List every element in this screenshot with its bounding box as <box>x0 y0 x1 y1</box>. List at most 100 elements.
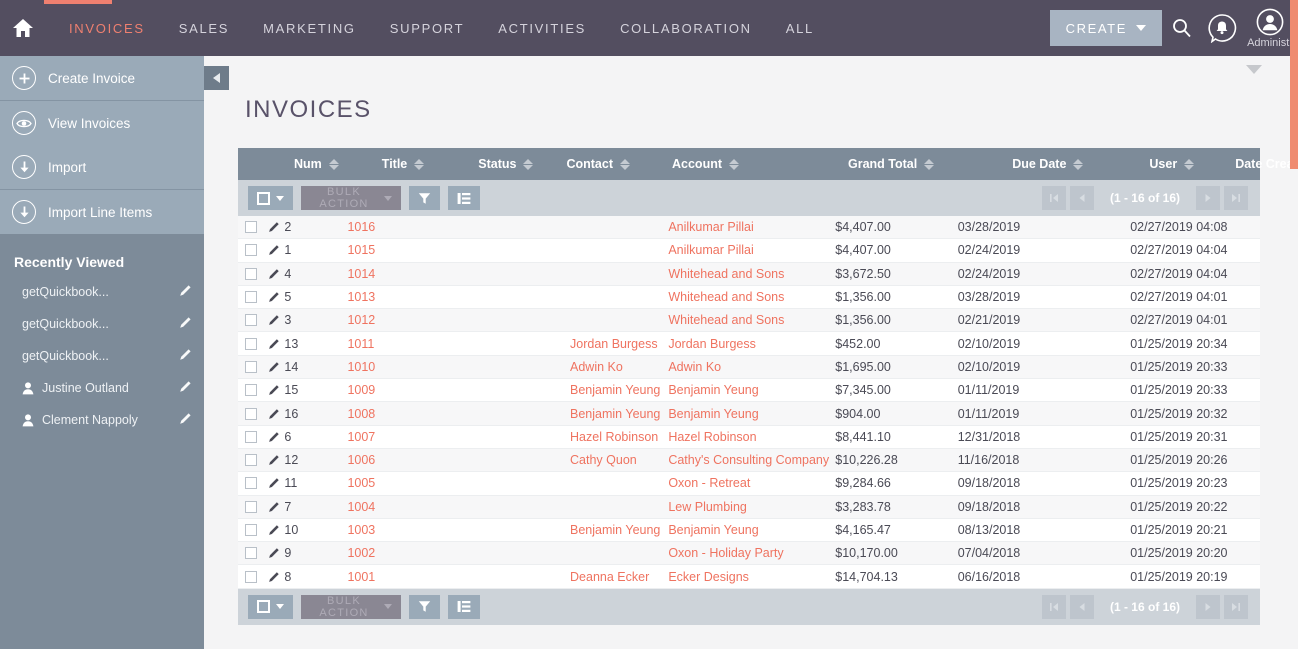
next-page-button[interactable] <box>1196 186 1220 210</box>
recently-viewed-item[interactable]: Justine Outland <box>0 372 204 404</box>
invoice-title-link[interactable]: 1015 <box>347 243 375 257</box>
row-checkbox[interactable] <box>244 477 257 490</box>
row-edit-button[interactable] <box>264 454 284 466</box>
contact-link[interactable]: Cathy Quon <box>570 453 637 468</box>
next-page-button-bottom[interactable] <box>1196 594 1220 619</box>
invoice-title-link[interactable]: 1011 <box>347 337 374 351</box>
sort-toggle-icon[interactable] <box>924 158 935 170</box>
row-checkbox[interactable] <box>244 267 257 280</box>
invoice-title-link[interactable]: 1001 <box>347 570 375 584</box>
row-checkbox[interactable] <box>244 524 257 536</box>
table-row[interactable]: 9 1002 Oxon - Holiday Party $10,170.00 07/04… <box>238 542 1260 566</box>
invoice-title-link[interactable]: 1016 <box>347 220 375 234</box>
prev-page-button[interactable] <box>1069 186 1094 210</box>
account-link[interactable]: Whitehead and Sons <box>668 313 785 328</box>
edit-pencil-icon[interactable] <box>179 412 192 428</box>
invoice-title-link[interactable]: 1012 <box>347 313 375 327</box>
recently-viewed-item[interactable]: getQuickbook... <box>0 340 204 372</box>
invoice-title-link[interactable]: 1002 <box>347 546 375 560</box>
right-edge-scroll-strip[interactable] <box>1290 0 1298 169</box>
column-header-title[interactable]: Title <box>382 157 425 171</box>
nav-item-marketing[interactable]: MARKETING <box>246 21 373 36</box>
column-chooser-button[interactable] <box>448 186 480 210</box>
row-edit-button[interactable] <box>264 477 284 489</box>
contact-link[interactable]: Jordan Burgess <box>570 336 658 351</box>
contact-link[interactable]: Benjamin Yeung <box>570 383 661 398</box>
sort-toggle-icon[interactable] <box>1184 158 1195 170</box>
table-row[interactable]: 14 1010 Adwin Ko Adwin Ko $1,695.00 02/10/201… <box>238 355 1260 380</box>
table-row[interactable]: 4 1014 Whitehead and Sons $3,672.50 02/24/20… <box>238 262 1260 286</box>
column-header-status[interactable]: Status <box>478 157 534 171</box>
nav-item-support[interactable]: SUPPORT <box>373 21 482 36</box>
filter-button[interactable] <box>409 186 440 210</box>
invoice-title-link[interactable]: 1005 <box>347 476 375 490</box>
table-row[interactable]: 10 1003 Benjamin Yeung Benjamin Yeung $4,165… <box>238 518 1260 543</box>
create-button[interactable]: CREATE <box>1049 10 1162 46</box>
invoice-title-link[interactable]: 1004 <box>347 500 375 514</box>
contact-link[interactable]: Deanna Ecker <box>570 569 650 584</box>
invoice-title-link[interactable]: 1007 <box>347 430 375 444</box>
last-page-button[interactable] <box>1224 186 1248 210</box>
recently-viewed-item[interactable]: getQuickbook... <box>0 276 204 308</box>
row-edit-button[interactable] <box>264 431 284 443</box>
row-checkbox[interactable] <box>244 407 257 420</box>
select-all-dropdown-button-bottom[interactable] <box>248 594 293 619</box>
account-link[interactable]: Lew Plumbing <box>668 499 747 514</box>
invoice-title-link[interactable]: 1014 <box>347 267 375 281</box>
table-row[interactable]: 3 1012 Whitehead and Sons $1,356.00 02/21/20… <box>238 309 1260 333</box>
row-edit-button[interactable] <box>264 384 284 396</box>
invoice-title-link[interactable]: 1009 <box>347 383 375 397</box>
contact-link[interactable]: Hazel Robinson <box>570 429 659 444</box>
first-page-button-bottom[interactable] <box>1041 594 1066 619</box>
account-link[interactable]: Oxon - Retreat <box>668 476 751 491</box>
select-all-dropdown-button[interactable] <box>248 186 293 210</box>
row-edit-button[interactable] <box>264 291 284 303</box>
contact-link[interactable]: Benjamin Yeung <box>570 406 661 421</box>
sidebar-item-import-line-items[interactable]: Import Line Items <box>0 190 204 234</box>
column-chooser-button-bottom[interactable] <box>448 594 480 619</box>
column-header-account[interactable]: Account <box>672 157 739 171</box>
table-row[interactable]: 7 1004 Lew Plumbing $3,283.78 09/18/2018 01/2… <box>238 495 1260 519</box>
account-link[interactable]: Whitehead and Sons <box>668 290 785 305</box>
row-edit-button[interactable] <box>264 571 284 583</box>
invoice-title-link[interactable]: 1008 <box>347 407 375 421</box>
filter-button-bottom[interactable] <box>409 594 440 619</box>
account-link[interactable]: Whitehead and Sons <box>668 266 785 281</box>
nav-item-sales[interactable]: SALES <box>162 21 246 36</box>
nav-item-invoices[interactable]: INVOICES <box>52 21 162 36</box>
column-header-grand-total[interactable]: Grand Total <box>848 157 935 171</box>
row-checkbox[interactable] <box>244 291 257 304</box>
table-row[interactable]: 8 1001 Deanna Ecker Ecker Designs $14,704.13… <box>238 565 1260 589</box>
invoice-title-link[interactable]: 1003 <box>347 523 375 537</box>
table-row[interactable]: 12 1006 Cathy Quon Cathy's Consulting Compa… <box>238 448 1260 473</box>
edit-pencil-icon[interactable] <box>179 316 192 332</box>
row-edit-button[interactable] <box>264 501 284 513</box>
home-icon[interactable] <box>8 13 38 43</box>
account-link[interactable]: Benjamin Yeung <box>668 523 759 537</box>
account-link[interactable]: Cathy's Consulting Company <box>668 453 830 468</box>
notification-bell-icon[interactable] <box>1202 0 1242 56</box>
last-page-button-bottom[interactable] <box>1224 594 1248 619</box>
row-checkbox[interactable] <box>244 430 257 443</box>
row-checkbox[interactable] <box>244 570 257 583</box>
row-edit-button[interactable] <box>264 314 284 326</box>
row-edit-button[interactable] <box>264 524 284 536</box>
row-edit-button[interactable] <box>264 244 284 256</box>
account-link[interactable]: Anilkumar Pillai <box>668 220 754 235</box>
row-checkbox[interactable] <box>244 244 257 257</box>
table-row[interactable]: 16 1008 Benjamin Yeung Benjamin Yeung $904.0… <box>238 402 1260 426</box>
sort-toggle-icon[interactable] <box>729 158 739 170</box>
edit-pencil-icon[interactable] <box>179 284 192 300</box>
row-checkbox[interactable] <box>244 314 257 327</box>
column-header-num[interactable]: Num <box>294 157 339 171</box>
account-link[interactable]: Oxon - Holiday Party <box>668 546 784 561</box>
account-link[interactable]: Benjamin Yeung <box>668 406 759 421</box>
account-link[interactable]: Hazel Robinson <box>668 429 757 444</box>
nav-item-activities[interactable]: ACTIVITIES <box>481 21 603 36</box>
invoice-title-link[interactable]: 1010 <box>347 360 375 374</box>
table-row[interactable]: 15 1009 Benjamin Yeung Benjamin Yeung $7,345… <box>238 379 1260 403</box>
table-row[interactable]: 13 1011 Jordan Burgess Jordan Burgess $452.0… <box>238 332 1260 356</box>
nav-item-collaboration[interactable]: COLLABORATION <box>603 21 769 36</box>
row-edit-button[interactable] <box>264 268 284 280</box>
sidebar-item-import[interactable]: Import <box>0 145 204 189</box>
